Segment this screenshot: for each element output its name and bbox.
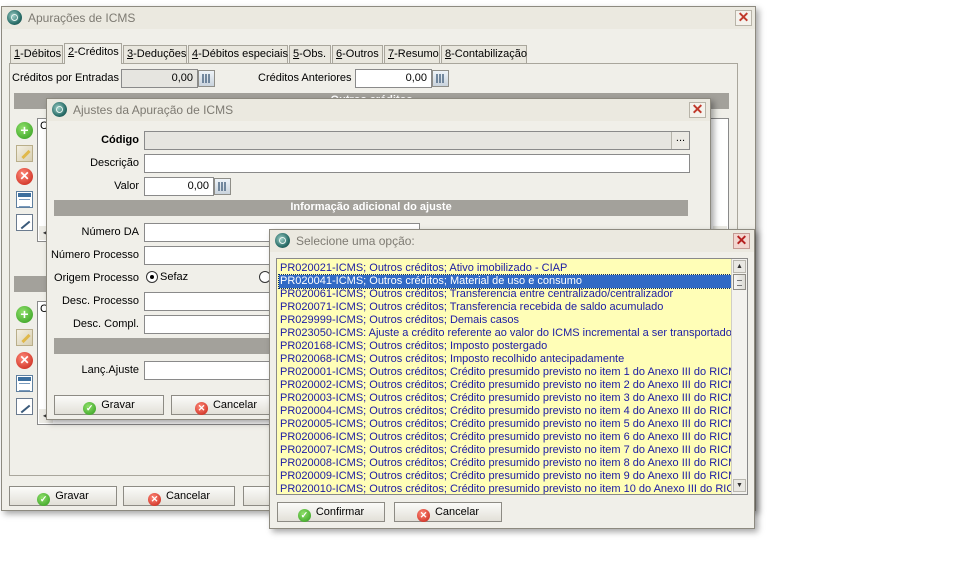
calculator-icon[interactable]: [432, 70, 449, 87]
select-dialog-title: Selecione uma opção:: [296, 234, 415, 248]
tab-deducoes[interactable]: 3-Deduções: [123, 45, 187, 64]
creditos-entradas-label: Créditos por Entradas: [12, 72, 119, 84]
tab-obs[interactable]: 5-Obs.: [289, 45, 331, 64]
valor-label: Valor: [114, 180, 139, 192]
origem-processo-label: Origem Processo: [54, 272, 139, 284]
cancel-icon: ✕: [416, 509, 430, 522]
desc-compl-label: Desc. Compl.: [72, 318, 139, 330]
edit-icon[interactable]: [16, 329, 33, 346]
list-item[interactable]: PR020006-ICMS; Outros créditos; Crédito …: [279, 431, 731, 444]
note-icon[interactable]: [16, 214, 33, 231]
list-item[interactable]: PR020004-ICMS; Outros créditos; Crédito …: [279, 405, 731, 418]
check-icon: ✓: [37, 493, 51, 506]
cancel-icon: ✕: [194, 402, 208, 415]
list-item[interactable]: PR020001-ICMS; Outros créditos; Crédito …: [279, 366, 731, 379]
tab-creditos[interactable]: 2-Créditos: [64, 43, 122, 64]
scroll-up-icon[interactable]: ▲: [733, 260, 746, 273]
list-item[interactable]: PR020003-ICMS; Outros créditos; Crédito …: [279, 392, 731, 405]
close-icon[interactable]: ✕: [689, 102, 706, 118]
list-item-selected[interactable]: PR020041-ICMS; Outros créditos; Material…: [278, 274, 732, 289]
creditos-anteriores-label: Créditos Anteriores: [258, 72, 352, 84]
grid-icon[interactable]: [16, 191, 33, 208]
close-icon[interactable]: ✕: [733, 233, 750, 249]
scrollbar-thumb[interactable]: [733, 274, 746, 290]
cancelar-button[interactable]: ✕ Cancelar: [171, 395, 281, 415]
check-icon: ✓: [297, 509, 311, 522]
select-option-dialog: Selecione uma opção: ✕ PR020021-ICMS; Ou…: [269, 229, 755, 529]
numero-da-label: Número DA: [81, 226, 139, 238]
delete-icon[interactable]: ✕: [16, 352, 33, 369]
list-item[interactable]: PR029999-ICMS; Outros créditos; Demais c…: [279, 314, 731, 327]
delete-icon[interactable]: ✕: [16, 168, 33, 185]
codigo-lookup-button[interactable]: ...: [671, 132, 689, 149]
add-icon[interactable]: +: [16, 122, 33, 139]
confirmar-button[interactable]: ✓ Confirmar: [277, 502, 385, 522]
app-icon: [52, 102, 67, 117]
options-list[interactable]: PR020021-ICMS; Outros créditos; Ativo im…: [276, 258, 748, 495]
cancelar-button[interactable]: ✕ Cancelar: [394, 502, 502, 522]
desc-processo-label: Desc. Processo: [61, 295, 139, 307]
list-item[interactable]: PR020010-ICMS; Outros créditos; Crédito …: [279, 483, 731, 494]
scroll-down-icon[interactable]: ▼: [733, 479, 746, 492]
list-item[interactable]: PR020009-ICMS; Outros créditos; Crédito …: [279, 470, 731, 483]
lanc-ajuste-label: Lanç.Ajuste: [81, 364, 139, 376]
list-item[interactable]: PR020021-ICMS; Outros créditos; Ativo im…: [279, 262, 731, 275]
main-window-title: Apurações de ICMS: [28, 11, 136, 25]
cancel-icon: ✕: [147, 493, 161, 506]
calculator-icon[interactable]: [198, 70, 215, 87]
codigo-label: Código: [101, 134, 139, 146]
codigo-field[interactable]: ...: [144, 131, 690, 150]
list-item[interactable]: PR020007-ICMS; Outros créditos; Crédito …: [279, 444, 731, 457]
gravar-button[interactable]: ✓ Gravar: [54, 395, 164, 415]
adjust-titlebar: Ajustes da Apuração de ICMS ✕: [47, 99, 710, 121]
list-item[interactable]: PR020068-ICMS; Outros créditos; Imposto …: [279, 353, 731, 366]
close-icon[interactable]: ✕: [735, 10, 752, 26]
list-item[interactable]: PR020061-ICMS; Outros créditos; Transfer…: [279, 288, 731, 301]
gravar-button[interactable]: ✓ Gravar: [9, 486, 117, 506]
creditos-anteriores-field[interactable]: 0,00: [355, 69, 432, 88]
tab-debitos[interactable]: 1-Débitos: [10, 45, 63, 64]
tab-contabilizacao[interactable]: 8-Contabilização: [441, 45, 527, 64]
valor-field[interactable]: 0,00: [144, 177, 214, 196]
list-item[interactable]: PR023050-ICMS: Ajuste a crédito referent…: [279, 327, 731, 340]
list-item[interactable]: PR020168-ICMS; Outros créditos; Imposto …: [279, 340, 731, 353]
tab-resumo[interactable]: 7-Resumo: [384, 45, 440, 64]
check-icon: ✓: [83, 402, 97, 415]
list-item[interactable]: PR020005-ICMS; Outros créditos; Crédito …: [279, 418, 731, 431]
descricao-field[interactable]: [144, 154, 690, 173]
list-scrollbar[interactable]: ▲ ▼: [731, 259, 747, 494]
descricao-label: Descrição: [90, 157, 139, 169]
radio-checked-icon: [146, 271, 158, 283]
app-icon: [7, 10, 22, 25]
list-item[interactable]: PR020002-ICMS; Outros créditos; Crédito …: [279, 379, 731, 392]
tab-outros[interactable]: 6-Outros: [332, 45, 383, 64]
info-adicional-header: Informação adicional do ajuste: [54, 200, 688, 216]
list-item[interactable]: PR020008-ICMS; Outros créditos; Crédito …: [279, 457, 731, 470]
list-item[interactable]: PR020071-ICMS; Outros créditos; Transfer…: [279, 301, 731, 314]
grid-icon[interactable]: [16, 375, 33, 392]
add-icon[interactable]: +: [16, 306, 33, 323]
numero-processo-label: Número Processo: [50, 249, 139, 261]
creditos-entradas-field[interactable]: 0,00: [121, 69, 198, 88]
calculator-icon[interactable]: [214, 178, 231, 195]
select-titlebar: Selecione uma opção: ✕: [270, 230, 754, 252]
tab-debitos-especiais[interactable]: 4-Débitos especiais: [188, 45, 288, 64]
app-icon: [275, 233, 290, 248]
edit-icon[interactable]: [16, 145, 33, 162]
adjust-dialog-title: Ajustes da Apuração de ICMS: [73, 103, 234, 117]
note-icon[interactable]: [16, 398, 33, 415]
cancelar-button[interactable]: ✕ Cancelar: [123, 486, 235, 506]
main-titlebar: Apurações de ICMS ✕: [2, 7, 755, 29]
